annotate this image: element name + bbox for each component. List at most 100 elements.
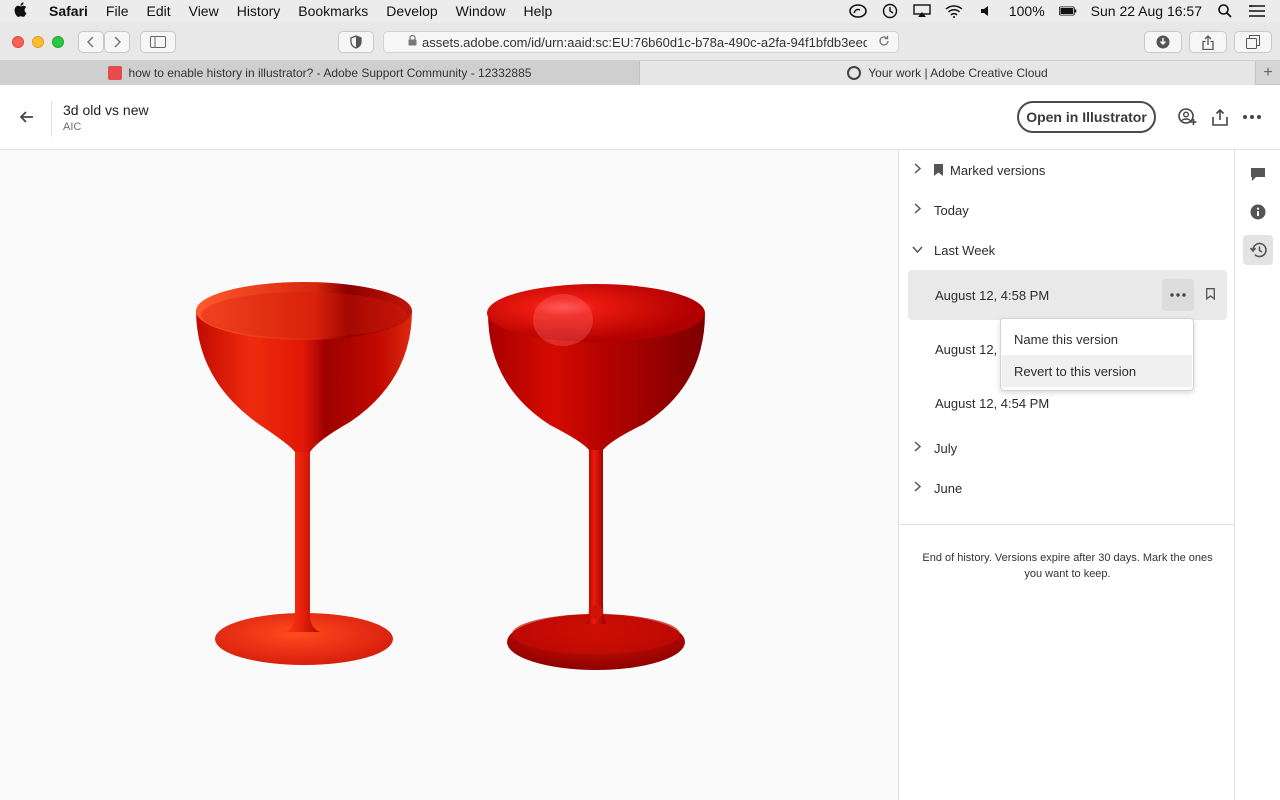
tab-title: Your work | Adobe Creative Cloud: [868, 66, 1048, 80]
battery-icon[interactable]: [1058, 3, 1077, 19]
tabs-icon: [1246, 35, 1260, 49]
new-tab-button[interactable]: +: [1256, 61, 1280, 84]
share-button[interactable]: [1189, 31, 1227, 53]
group-july[interactable]: July: [900, 428, 1235, 468]
privacy-report-button[interactable]: [338, 31, 374, 53]
history-icon: [1249, 242, 1267, 258]
bookmark-version-icon[interactable]: [1203, 285, 1217, 303]
group-label: Today: [934, 202, 969, 218]
group-june[interactable]: June: [900, 468, 1235, 508]
revert-to-this-version-menu-item[interactable]: Revert to this version: [1002, 355, 1192, 387]
version-context-menu: Name this version Revert to this version: [1000, 318, 1194, 391]
spotlight-search-icon[interactable]: [1216, 3, 1234, 19]
chevron-right-icon: [900, 441, 934, 455]
more-options-icon[interactable]: [1242, 107, 1262, 127]
time-machine-icon[interactable]: [881, 3, 899, 19]
lock-icon: [408, 34, 417, 49]
chevron-left-icon: [87, 36, 94, 48]
apple-icon[interactable]: [0, 1, 40, 21]
back-arrow-icon[interactable]: [19, 107, 34, 128]
menu-file[interactable]: File: [97, 3, 138, 19]
tab-creative-cloud[interactable]: Your work | Adobe Creative Cloud: [640, 61, 1256, 85]
old-3d-glass: [196, 282, 412, 665]
bookmark-icon: [934, 164, 943, 176]
chevron-right-icon: [900, 203, 934, 217]
zoom-window-button[interactable]: [52, 36, 64, 48]
control-center-icon[interactable]: [1248, 3, 1266, 19]
info-icon: [1250, 204, 1266, 220]
group-label: Marked versions: [950, 162, 1046, 178]
menu-window[interactable]: Window: [447, 3, 515, 19]
sidebar-toggle-button[interactable]: [140, 31, 176, 53]
ellipsis-icon: [1170, 293, 1186, 297]
downloads-button[interactable]: [1144, 31, 1182, 53]
sidebar-icon: [150, 36, 166, 48]
share-icon[interactable]: [1210, 107, 1230, 127]
artwork-canvas[interactable]: [0, 150, 899, 800]
new-3d-glass: [487, 284, 705, 670]
battery-percentage[interactable]: 100%: [1009, 3, 1045, 19]
version-more-options-button[interactable]: [1162, 279, 1194, 311]
document-type: AIC: [63, 121, 82, 133]
forward-button[interactable]: [104, 31, 130, 53]
menubar-clock[interactable]: Sun 22 Aug 16:57: [1091, 3, 1202, 19]
tab-title: how to enable history in illustrator? - …: [128, 66, 532, 80]
group-marked-versions[interactable]: Marked versions: [900, 150, 1235, 190]
tab-overview-button[interactable]: [1234, 31, 1272, 53]
creative-cloud-icon[interactable]: [849, 3, 867, 19]
chevron-right-icon: [900, 481, 934, 495]
version-label: August 12, 4:58 PM: [935, 287, 1050, 303]
version-label: August 12, 4:54 PM: [935, 395, 1050, 411]
comment-icon: [1251, 167, 1265, 181]
document-header: 3d old vs new AIC Open in Illustrator: [0, 85, 1280, 150]
creative-cloud-favicon: [847, 66, 862, 80]
artwork-preview: [196, 282, 705, 670]
download-icon: [1156, 35, 1170, 49]
menu-edit[interactable]: Edit: [137, 3, 179, 19]
url-text: assets.adobe.com/id/urn:aaid:sc:EU:76b60…: [422, 34, 867, 50]
close-window-button[interactable]: [12, 36, 24, 48]
airplay-icon[interactable]: [913, 3, 931, 19]
group-last-week[interactable]: Last Week: [900, 230, 1235, 270]
open-in-illustrator-button[interactable]: Open in Illustrator: [1017, 101, 1156, 133]
safari-toolbar: assets.adobe.com/id/urn:aaid:sc:EU:76b60…: [0, 22, 1280, 61]
right-rail: [1236, 150, 1280, 800]
back-button[interactable]: [78, 31, 104, 53]
end-of-history-note: End of history. Versions expire after 30…: [922, 552, 1213, 580]
versions-panel: Marked versions Today Last Week August 1…: [900, 150, 1235, 800]
tab-adobe-support[interactable]: how to enable history in illustrator? - …: [0, 61, 640, 85]
chevron-right-icon: [900, 163, 934, 177]
version-item-selected[interactable]: August 12, 4:58 PM: [908, 270, 1227, 320]
menu-history[interactable]: History: [228, 3, 290, 19]
menu-bookmarks[interactable]: Bookmarks: [289, 3, 377, 19]
plus-icon: +: [1263, 63, 1273, 81]
group-label: June: [934, 480, 963, 496]
tab-bar: how to enable history in illustrator? - …: [0, 61, 1280, 85]
invite-people-icon[interactable]: [1177, 107, 1197, 127]
shield-icon: [350, 35, 362, 49]
menu-develop[interactable]: Develop: [377, 3, 446, 19]
chevron-down-icon: [900, 244, 934, 256]
menu-help[interactable]: Help: [514, 3, 561, 19]
document-title: 3d old vs new: [63, 102, 149, 118]
panel-divider: [900, 524, 1235, 525]
wifi-icon[interactable]: [945, 3, 963, 19]
address-bar[interactable]: assets.adobe.com/id/urn:aaid:sc:EU:76b60…: [383, 31, 899, 53]
macos-menu-bar: Safari File Edit View History Bookmarks …: [0, 0, 1280, 22]
comments-button[interactable]: [1243, 159, 1273, 189]
group-label: July: [934, 440, 958, 456]
version-history-button[interactable]: [1243, 235, 1273, 265]
menu-view[interactable]: View: [180, 3, 228, 19]
menu-app-name[interactable]: Safari: [40, 3, 97, 19]
header-divider: [51, 101, 52, 137]
name-this-version-menu-item[interactable]: Name this version: [1002, 323, 1192, 355]
group-label: Last Week: [934, 242, 996, 258]
volume-icon[interactable]: [977, 3, 995, 19]
share-icon: [1202, 34, 1214, 50]
info-button[interactable]: [1243, 197, 1273, 227]
adobe-community-favicon: [107, 66, 122, 80]
group-today[interactable]: Today: [900, 190, 1235, 230]
chevron-right-icon: [114, 36, 121, 48]
minimize-window-button[interactable]: [32, 36, 44, 48]
reload-icon[interactable]: [878, 35, 890, 50]
